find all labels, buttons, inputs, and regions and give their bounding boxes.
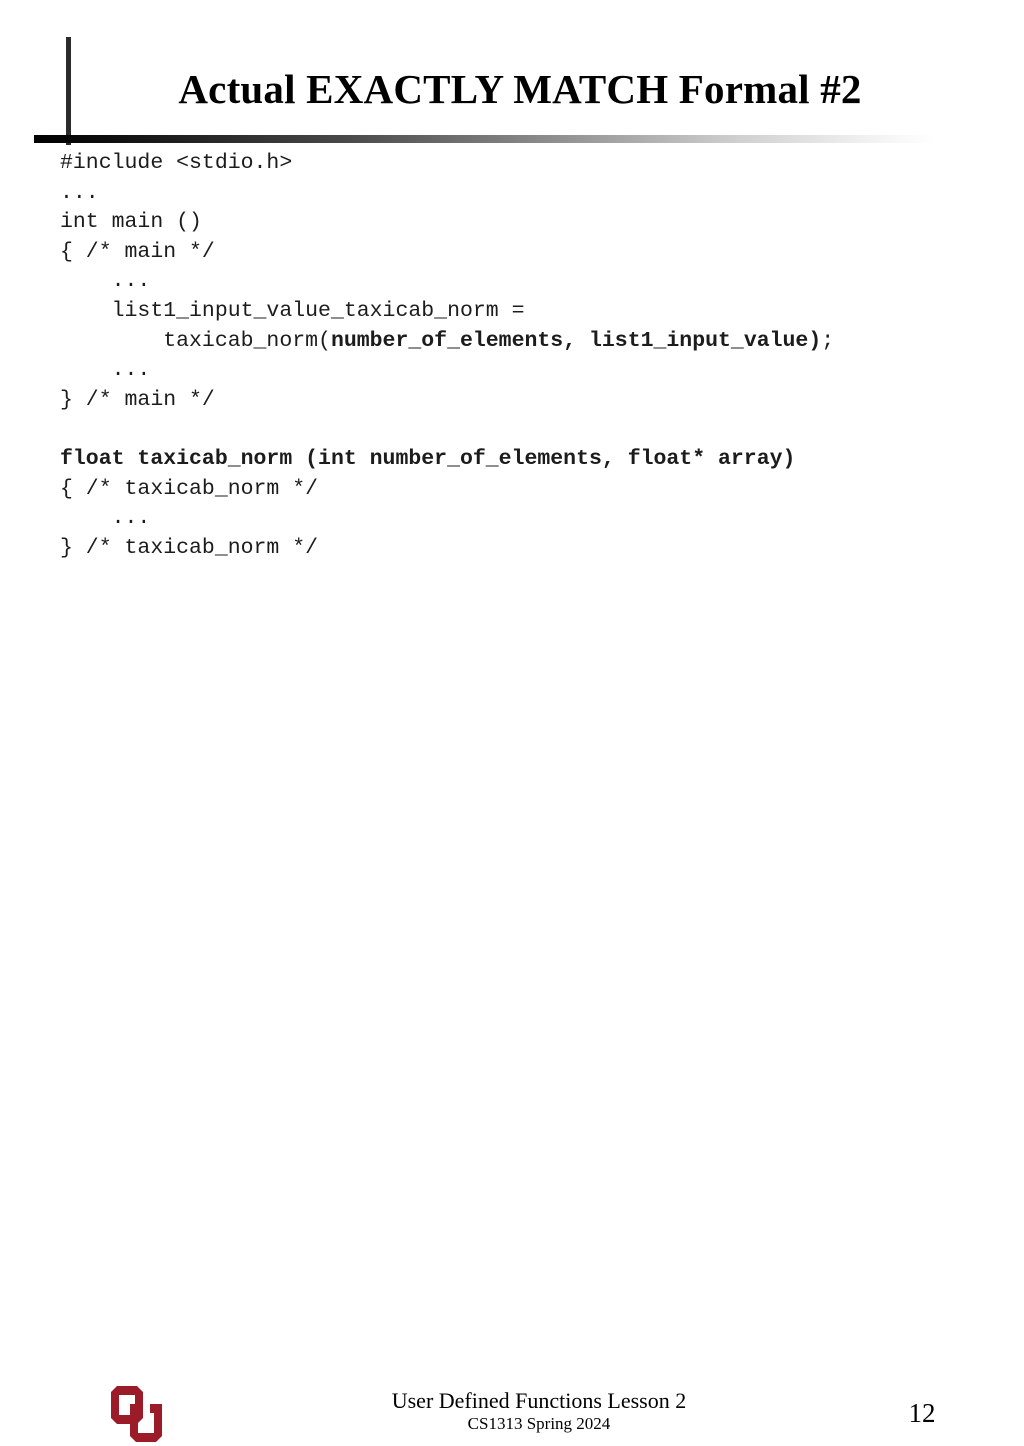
title-horizontal-rule <box>34 135 934 143</box>
code-line: ... <box>60 356 990 386</box>
code-line: ... <box>60 504 990 534</box>
code-text-emphasis: number_of_elements, list1_input_value) <box>330 328 822 353</box>
code-text: #include <stdio.h> <box>60 151 293 175</box>
code-text: { /* taxicab_norm */ <box>60 476 319 501</box>
code-line: int main () <box>60 208 990 238</box>
ou-logo <box>111 1386 162 1442</box>
code-line: taxicab_norm(number_of_elements, list1_i… <box>60 327 990 357</box>
code-line: ... <box>60 179 990 209</box>
footer-course-term: CS1313 Spring 2024 <box>467 1414 611 1433</box>
code-text: ... <box>111 358 151 383</box>
slide-title-bar: Actual EXACTLY MATCH Formal #2 <box>0 0 1024 146</box>
code-line: float taxicab_norm (int number_of_elemen… <box>60 445 990 475</box>
code-line: ... <box>60 267 990 297</box>
code-text: ; <box>821 328 835 353</box>
code-text: ... <box>60 180 99 205</box>
code-block: #include <stdio.h>... int main () { /* mai… <box>60 149 990 563</box>
code-text: list1_input_value_taxicab_norm = <box>111 298 525 323</box>
code-line: list1_input_value_taxicab_norm = <box>60 297 990 327</box>
footer-text: User Defined Functions Lesson 2 CS1313 S… <box>212 1388 866 1434</box>
code-line: { /* main */ <box>60 238 990 268</box>
code-line: #include <stdio.h> <box>60 149 990 179</box>
code-text: } /* taxicab_norm */ <box>60 535 319 560</box>
code-text: ... <box>111 506 151 531</box>
title-vertical-rule <box>66 37 71 145</box>
page-title: Actual EXACTLY MATCH Formal #2 <box>178 66 862 112</box>
code-text: } /* main */ <box>60 387 215 412</box>
code-text: ... <box>111 269 151 294</box>
code-text-emphasis: float taxicab_norm (int number_of_elemen… <box>60 446 796 471</box>
code-text: taxicab_norm( <box>163 328 331 353</box>
page-number: 12 <box>908 1398 936 1428</box>
footer-lesson-title: User Defined Functions Lesson 2 <box>391 1388 687 1413</box>
code-text: int main () <box>60 210 202 235</box>
code-line: } /* taxicab_norm */ <box>60 534 990 564</box>
slide-footer: User Defined Functions Lesson 2 CS1313 S… <box>0 690 1024 1442</box>
code-text: { /* main */ <box>60 239 215 264</box>
code-line: } /* main */ <box>60 386 990 416</box>
code-line: { /* taxicab_norm */ <box>60 475 990 505</box>
